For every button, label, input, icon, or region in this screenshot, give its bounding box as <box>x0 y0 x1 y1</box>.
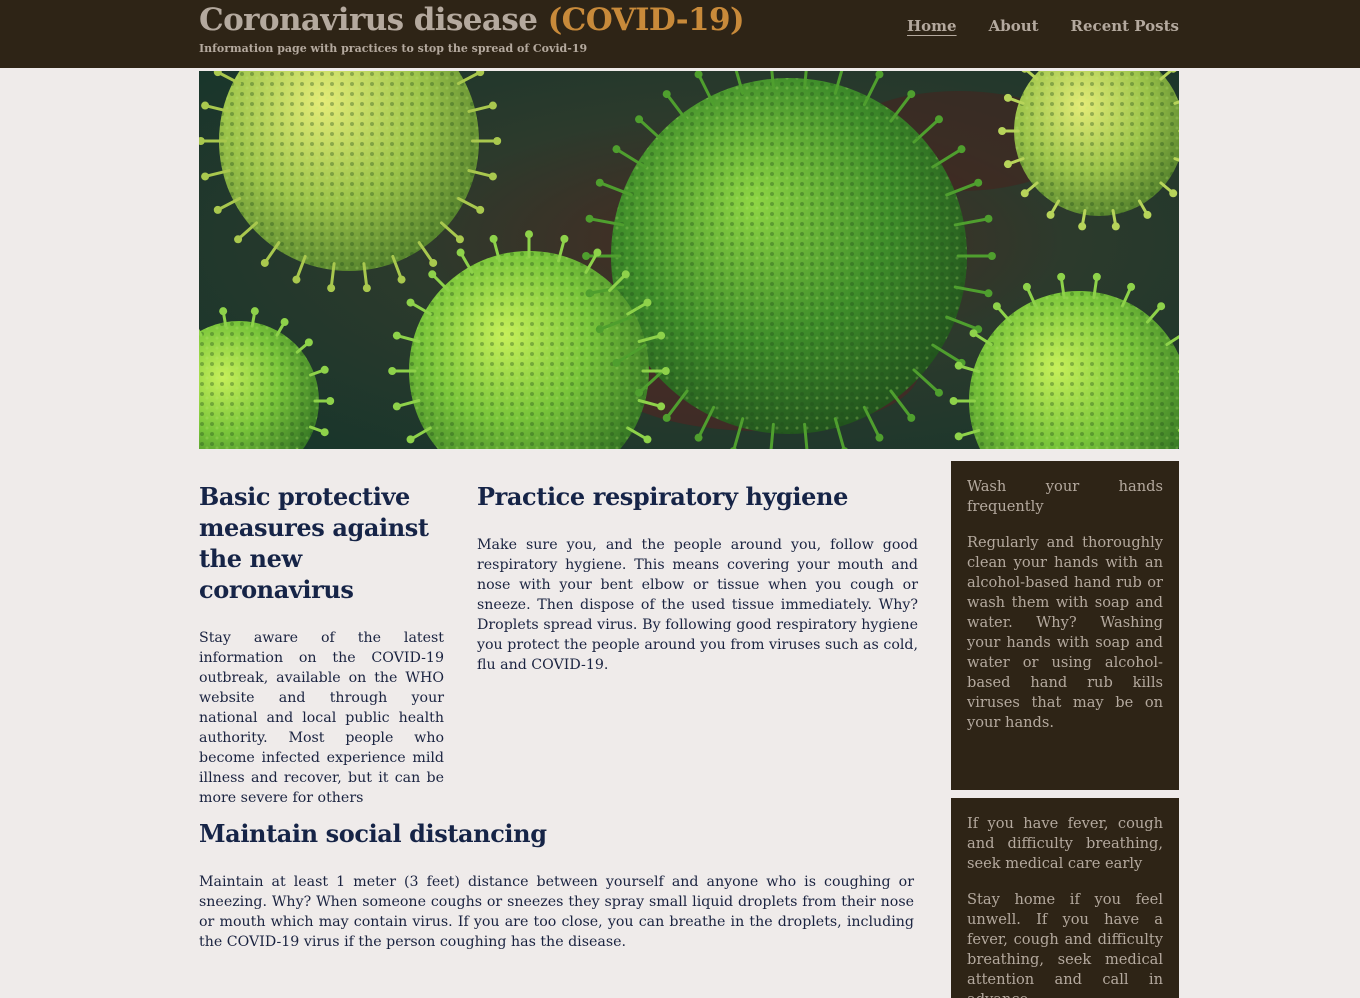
sidebar-wash-hands-box: Wash your hands frequently Regularly and… <box>951 461 1179 790</box>
site-header: Coronavirus disease (COVID-19) Informati… <box>0 0 1360 68</box>
main-nav: Home About Recent Posts <box>907 17 1179 35</box>
article-body: Make sure you, and the people around you… <box>477 537 918 673</box>
article-heading: Practice respiratory hygiene <box>477 482 848 511</box>
nav-about-link[interactable]: About <box>989 17 1039 35</box>
site-title-main: Coronavirus disease <box>199 2 548 38</box>
article-heading: Maintain social distancing <box>199 819 547 848</box>
nav-recent-posts-link[interactable]: Recent Posts <box>1071 17 1179 35</box>
sidebar-box-body: Stay home if you feel unwell. If you hav… <box>967 891 1163 998</box>
article-basic-measures: Basic protective measures against the ne… <box>199 481 444 808</box>
sidebar-box-title: If you have fever, cough and difficulty … <box>967 815 1163 872</box>
nav-home-link[interactable]: Home <box>907 17 957 35</box>
article-body: Maintain at least 1 meter (3 feet) dista… <box>199 874 914 950</box>
sidebar-box-title: Wash your hands frequently <box>967 478 1163 515</box>
sidebar-fever-box: If you have fever, cough and difficulty … <box>951 798 1179 998</box>
hero-virus-image <box>199 71 1179 449</box>
article-social-distancing: Maintain social distancing Maintain at l… <box>199 818 914 952</box>
site-title-accent: (COVID-19) <box>547 2 745 38</box>
article-heading: Basic protective measures against the ne… <box>199 482 429 604</box>
site-title[interactable]: Coronavirus disease (COVID-19) <box>199 2 745 38</box>
site-tagline: Information page with practices to stop … <box>199 42 588 55</box>
article-respiratory-hygiene: Practice respiratory hygiene Make sure y… <box>477 481 918 675</box>
article-body: Stay aware of the latest information on … <box>199 630 444 806</box>
sidebar-box-body: Regularly and thoroughly clean your hand… <box>967 534 1163 731</box>
